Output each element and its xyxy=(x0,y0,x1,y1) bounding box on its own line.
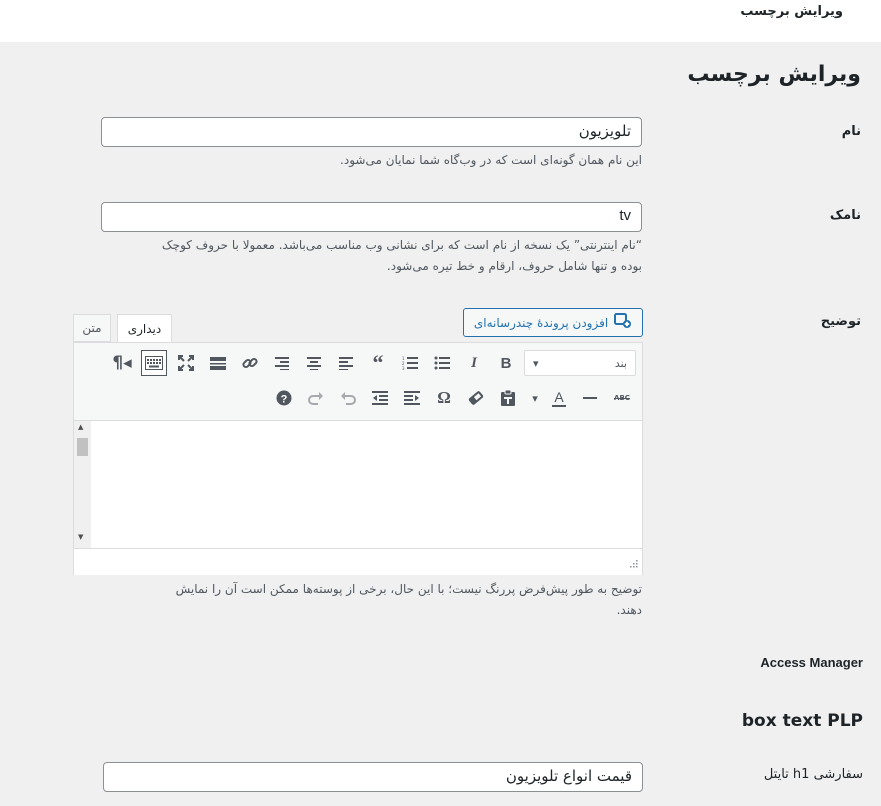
bold-icon[interactable]: B xyxy=(493,350,519,376)
editor-status-bar xyxy=(74,548,642,575)
format-select-value: بند xyxy=(614,356,627,370)
text-color-icon[interactable]: A xyxy=(546,385,572,411)
editor-toolbar: ▾ بند B I 123 “ ¶◂ ABC A ▾ Ω ? xyxy=(74,343,642,421)
topbar-title: ویرایش برچسب xyxy=(740,4,843,19)
indent-icon[interactable] xyxy=(367,385,393,411)
top-bar: ویرایش برچسب xyxy=(0,0,881,42)
scroll-up-icon[interactable]: ▲ xyxy=(78,423,83,431)
add-media-label: افزودن پروندهٔ چندرسانه‌ای xyxy=(473,315,609,330)
format-select[interactable]: ▾ بند xyxy=(524,350,636,376)
description-help-line-2: دهند. xyxy=(616,603,642,617)
add-media-button[interactable]: افزودن پروندهٔ چندرسانه‌ای xyxy=(463,308,643,337)
numbered-list-icon[interactable]: 123 xyxy=(397,350,423,376)
page-title: ویرایش برچسب xyxy=(687,62,861,87)
name-label: نام xyxy=(841,124,861,139)
svg-text:3: 3 xyxy=(402,366,405,370)
align-left-icon[interactable] xyxy=(333,350,359,376)
slug-label: نامک xyxy=(829,208,861,223)
rtl-paragraph-icon[interactable]: ¶◂ xyxy=(109,350,135,376)
slug-input[interactable]: tv xyxy=(101,202,642,232)
horizontal-line-icon[interactable] xyxy=(577,385,603,411)
description-label: توضیح xyxy=(820,314,861,329)
align-right-icon[interactable] xyxy=(269,350,295,376)
paste-as-text-icon[interactable] xyxy=(495,385,521,411)
name-description: این نام همان گونه‌ای است که در وب‌گاه شم… xyxy=(340,153,642,167)
clear-formatting-icon[interactable] xyxy=(463,385,489,411)
name-input[interactable]: تلویزیون xyxy=(101,117,642,147)
resize-handle-icon[interactable] xyxy=(628,557,638,572)
help-icon[interactable]: ? xyxy=(271,385,297,411)
editor-content-area[interactable]: ▲ ▼ xyxy=(74,421,642,548)
custom-h1-input[interactable]: قیمت انواع تلویزیون xyxy=(103,762,643,792)
editor-scrollbar[interactable]: ▲ ▼ xyxy=(74,421,91,548)
tab-text[interactable]: متن xyxy=(73,314,111,342)
fullscreen-icon[interactable] xyxy=(173,350,199,376)
toolbar-toggle-icon[interactable] xyxy=(141,350,167,376)
box-text-title: box text PLP xyxy=(741,711,863,731)
read-more-icon[interactable] xyxy=(205,350,231,376)
tab-visual[interactable]: دیداری xyxy=(117,314,172,343)
italic-icon[interactable]: I xyxy=(461,350,487,376)
bullet-list-icon[interactable] xyxy=(429,350,455,376)
scroll-thumb[interactable] xyxy=(77,438,88,456)
access-manager-label: Access Manager xyxy=(760,655,863,670)
description-help-line-1: توضیح به طور پیش‌فرض پررنگ نیست؛ با این … xyxy=(175,582,642,596)
outdent-icon[interactable] xyxy=(399,385,425,411)
special-character-icon[interactable]: Ω xyxy=(431,385,457,411)
align-center-icon[interactable] xyxy=(301,350,327,376)
description-editor: ▾ بند B I 123 “ ¶◂ ABC A ▾ Ω ? ▲ ▼ xyxy=(73,342,643,575)
scroll-down-icon[interactable]: ▼ xyxy=(78,533,83,541)
undo-icon[interactable] xyxy=(335,385,361,411)
strikethrough-icon[interactable]: ABC xyxy=(609,385,635,411)
text-color-dropdown-icon[interactable]: ▾ xyxy=(526,385,544,411)
chevron-down-icon: ▾ xyxy=(533,356,539,370)
custom-h1-label: تایتل h1 سفارشی xyxy=(763,767,863,782)
blockquote-icon[interactable]: “ xyxy=(365,350,391,376)
redo-icon[interactable] xyxy=(303,385,329,411)
svg-text:?: ? xyxy=(281,394,288,406)
link-icon[interactable] xyxy=(237,350,263,376)
slug-description-line-2: بوده و تنها شامل حروف، ارقام و خط تیره م… xyxy=(386,259,642,273)
media-icon xyxy=(614,313,632,332)
slug-description-line-1: “نام اینترنتی” یک نسخه از نام است که برا… xyxy=(161,238,642,252)
